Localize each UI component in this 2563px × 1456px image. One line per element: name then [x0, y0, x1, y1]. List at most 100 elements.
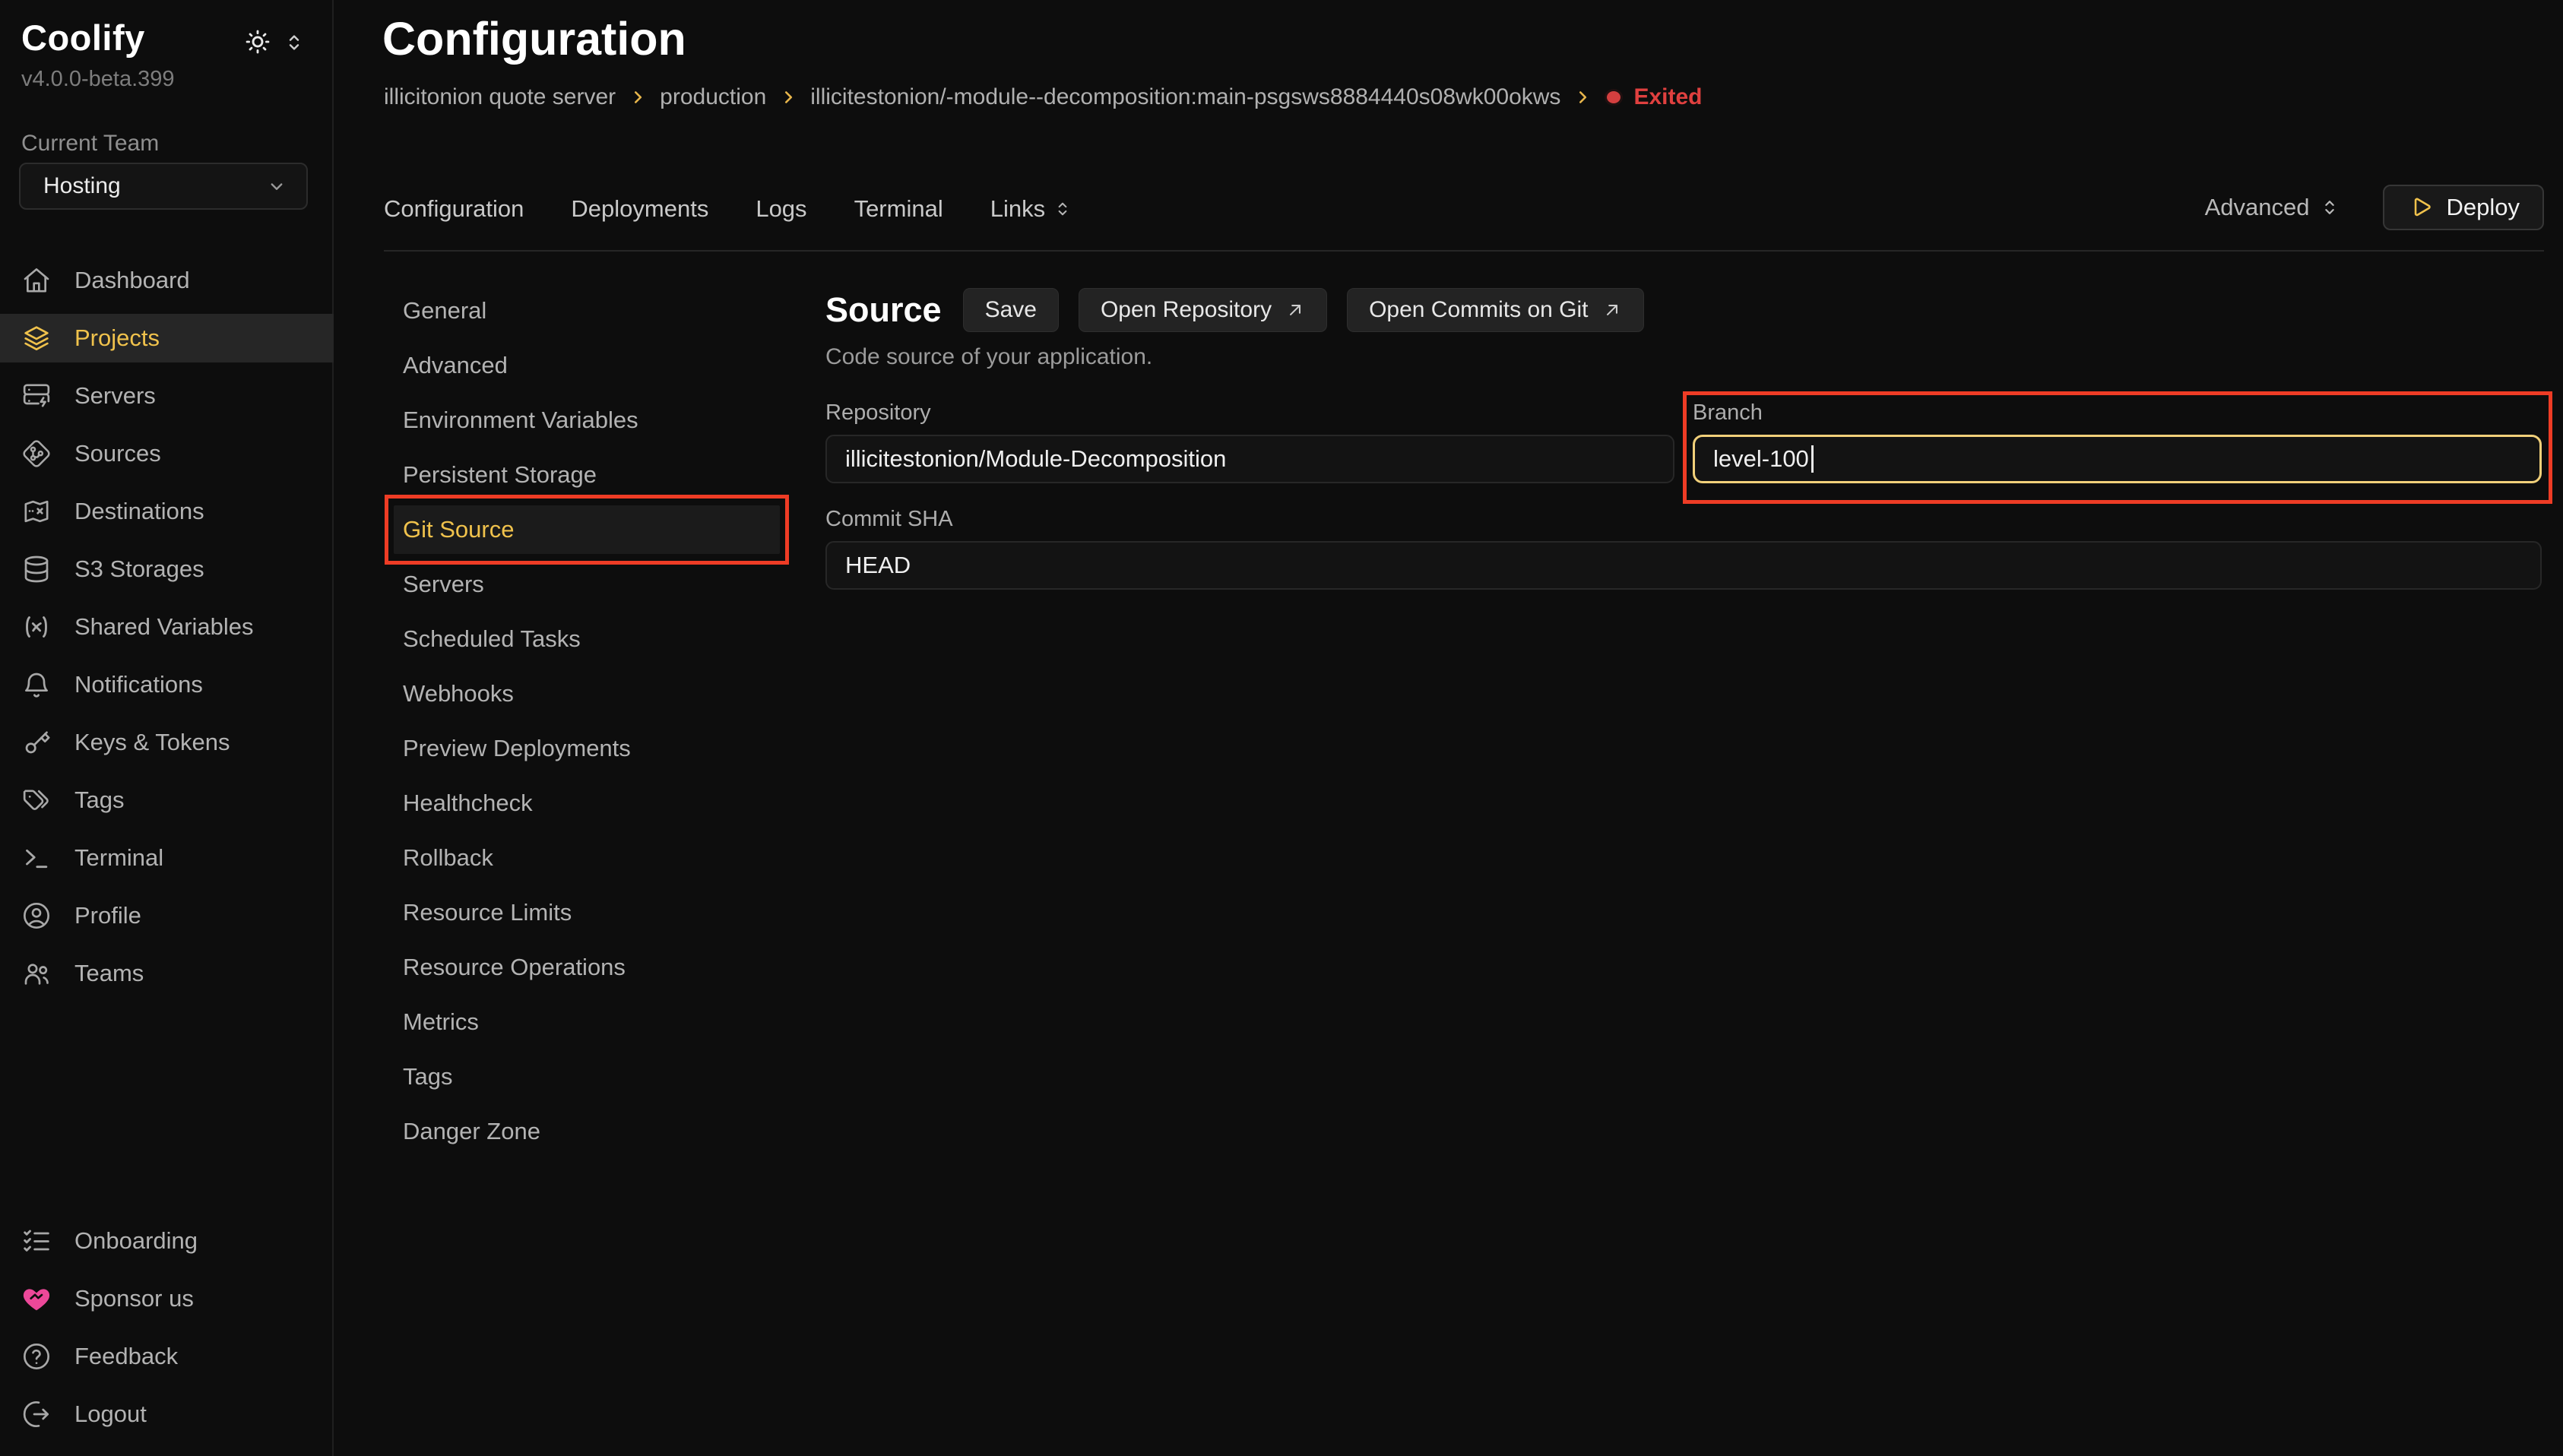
sidebar-item-keys-tokens[interactable]: Keys & Tokens [0, 718, 334, 767]
sidebar-item-label: Keys & Tokens [74, 729, 230, 756]
sidebar-item-destinations[interactable]: Destinations [0, 487, 334, 536]
chevrons-up-down-icon [1053, 199, 1072, 219]
main-content: Configuration illicitonion quote server … [335, 0, 2563, 1456]
tab-bar: Configuration Deployments Logs Terminal … [384, 185, 1072, 233]
current-team-label: Current Team [21, 131, 159, 157]
text-cursor [1811, 445, 1814, 473]
tab-links-label: Links [990, 195, 1045, 223]
home-icon [21, 265, 52, 296]
repository-field: Repository [825, 397, 1674, 483]
sidebar-item-label: Shared Variables [74, 613, 254, 641]
open-repository-button[interactable]: Open Repository [1079, 288, 1327, 332]
sidebar-item-label: Onboarding [74, 1227, 198, 1255]
top-actions: Advanced Deploy [2205, 183, 2544, 232]
subnav-item-metrics[interactable]: Metrics [394, 998, 780, 1046]
users-icon [21, 958, 52, 989]
commit-sha-input[interactable] [825, 541, 2542, 590]
tab-configuration[interactable]: Configuration [384, 195, 524, 223]
source-description: Code source of your application. [825, 344, 2542, 370]
sidebar-item-label: Destinations [74, 498, 204, 525]
sidebar-item-teams[interactable]: Teams [0, 949, 334, 998]
server-icon [21, 381, 52, 411]
subnav-item-danger-zone[interactable]: Danger Zone [394, 1107, 780, 1156]
advanced-toggle[interactable]: Advanced [2205, 194, 2340, 221]
bell-icon [21, 669, 52, 700]
source-form: Source Save Open Repository Open Commits… [825, 286, 2542, 590]
subnav-item-advanced[interactable]: Advanced [394, 341, 780, 390]
branch-input[interactable]: level-100 [1693, 435, 2542, 483]
theme-chevrons-up-down-icon[interactable] [283, 31, 306, 54]
subnav-item-rollback[interactable]: Rollback [394, 834, 780, 882]
sidebar-item-label: Sources [74, 440, 161, 467]
breadcrumb-environment[interactable]: production [660, 84, 766, 110]
sidebar-item-dashboard[interactable]: Dashboard [0, 256, 334, 305]
sidebar-item-label: Sponsor us [74, 1285, 194, 1312]
tab-terminal[interactable]: Terminal [854, 195, 943, 223]
map-icon [21, 496, 52, 527]
sidebar-item-label: Dashboard [74, 267, 190, 294]
deploy-label: Deploy [2447, 194, 2520, 221]
subnav-item-healthcheck[interactable]: Healthcheck [394, 779, 780, 828]
sidebar-item-label: Teams [74, 960, 144, 987]
sidebar-item-label: Servers [74, 382, 156, 410]
tab-deployments[interactable]: Deployments [571, 195, 708, 223]
repository-input[interactable] [825, 435, 1674, 483]
settings-subnav: General Advanced Environment Variables P… [394, 286, 780, 1162]
save-button[interactable]: Save [963, 288, 1059, 332]
deploy-button[interactable]: Deploy [2383, 185, 2545, 230]
sidebar-item-sponsor[interactable]: Sponsor us [0, 1274, 334, 1323]
source-form-header: Source Save Open Repository Open Commits… [825, 286, 2542, 334]
sidebar-item-shared-variables[interactable]: Shared Variables [0, 603, 334, 651]
breadcrumb-project[interactable]: illicitonion quote server [384, 84, 616, 110]
checklist-icon [21, 1226, 52, 1256]
team-select-value: Hosting [43, 173, 265, 199]
subnav-item-tags[interactable]: Tags [394, 1052, 780, 1101]
subnav-item-preview-deployments[interactable]: Preview Deployments [394, 724, 780, 773]
sidebar-item-sources[interactable]: Sources [0, 429, 334, 478]
sidebar-item-onboarding[interactable]: Onboarding [0, 1217, 334, 1265]
subnav-item-resource-limits[interactable]: Resource Limits [394, 888, 780, 937]
app-logo[interactable]: Coolify [21, 17, 145, 59]
subnav-item-persistent-storage[interactable]: Persistent Storage [394, 451, 780, 499]
subnav-item-scheduled-tasks[interactable]: Scheduled Tasks [394, 615, 780, 663]
subnav-item-git-source[interactable]: Git Source [394, 505, 780, 554]
subnav-item-servers[interactable]: Servers [394, 560, 780, 609]
key-icon [21, 727, 52, 758]
branch-field: Branch level-100 [1693, 397, 2542, 483]
sidebar-item-notifications[interactable]: Notifications [0, 660, 334, 709]
subnav-item-environment-variables[interactable]: Environment Variables [394, 396, 780, 445]
team-select[interactable]: Hosting [19, 163, 308, 210]
sidebar-item-tags[interactable]: Tags [0, 776, 334, 825]
subnav-item-resource-operations[interactable]: Resource Operations [394, 943, 780, 992]
sidebar-item-projects[interactable]: Projects [0, 314, 334, 362]
tab-links[interactable]: Links [990, 195, 1072, 223]
sidebar-nav: Dashboard Projects Servers Sources Desti… [0, 256, 334, 1007]
variable-icon [21, 612, 52, 642]
logout-icon [21, 1399, 52, 1429]
branch-input-value: level-100 [1713, 445, 1809, 473]
commit-sha-field: Commit SHA [825, 504, 2542, 590]
subnav-item-webhooks[interactable]: Webhooks [394, 669, 780, 718]
sidebar-item-label: Terminal [74, 844, 163, 872]
open-repository-label: Open Repository [1101, 297, 1272, 323]
breadcrumb-application[interactable]: illicitestonion/-module--decomposition:m… [810, 84, 1560, 110]
sidebar-item-label: Tags [74, 787, 124, 814]
breadcrumb: illicitonion quote server production ill… [384, 81, 1702, 114]
app-version: v4.0.0-beta.399 [21, 67, 175, 92]
theme-sun-icon[interactable] [243, 27, 272, 56]
git-source-icon [21, 438, 52, 469]
sidebar-item-profile[interactable]: Profile [0, 891, 334, 940]
sidebar-item-feedback[interactable]: Feedback [0, 1332, 334, 1381]
chevron-down-icon [265, 175, 288, 198]
status-dot-icon [1605, 89, 1623, 106]
advanced-label: Advanced [2205, 194, 2310, 221]
subnav-item-general[interactable]: General [394, 286, 780, 335]
tab-logs[interactable]: Logs [756, 195, 806, 223]
layers-icon [21, 323, 52, 353]
sidebar-item-terminal[interactable]: Terminal [0, 834, 334, 882]
sidebar-item-logout[interactable]: Logout [0, 1390, 334, 1439]
sidebar-item-servers[interactable]: Servers [0, 372, 334, 420]
sidebar-item-s3-storages[interactable]: S3 Storages [0, 545, 334, 593]
open-commits-button[interactable]: Open Commits on Git [1347, 288, 1643, 332]
sidebar-item-label: Logout [74, 1401, 147, 1428]
